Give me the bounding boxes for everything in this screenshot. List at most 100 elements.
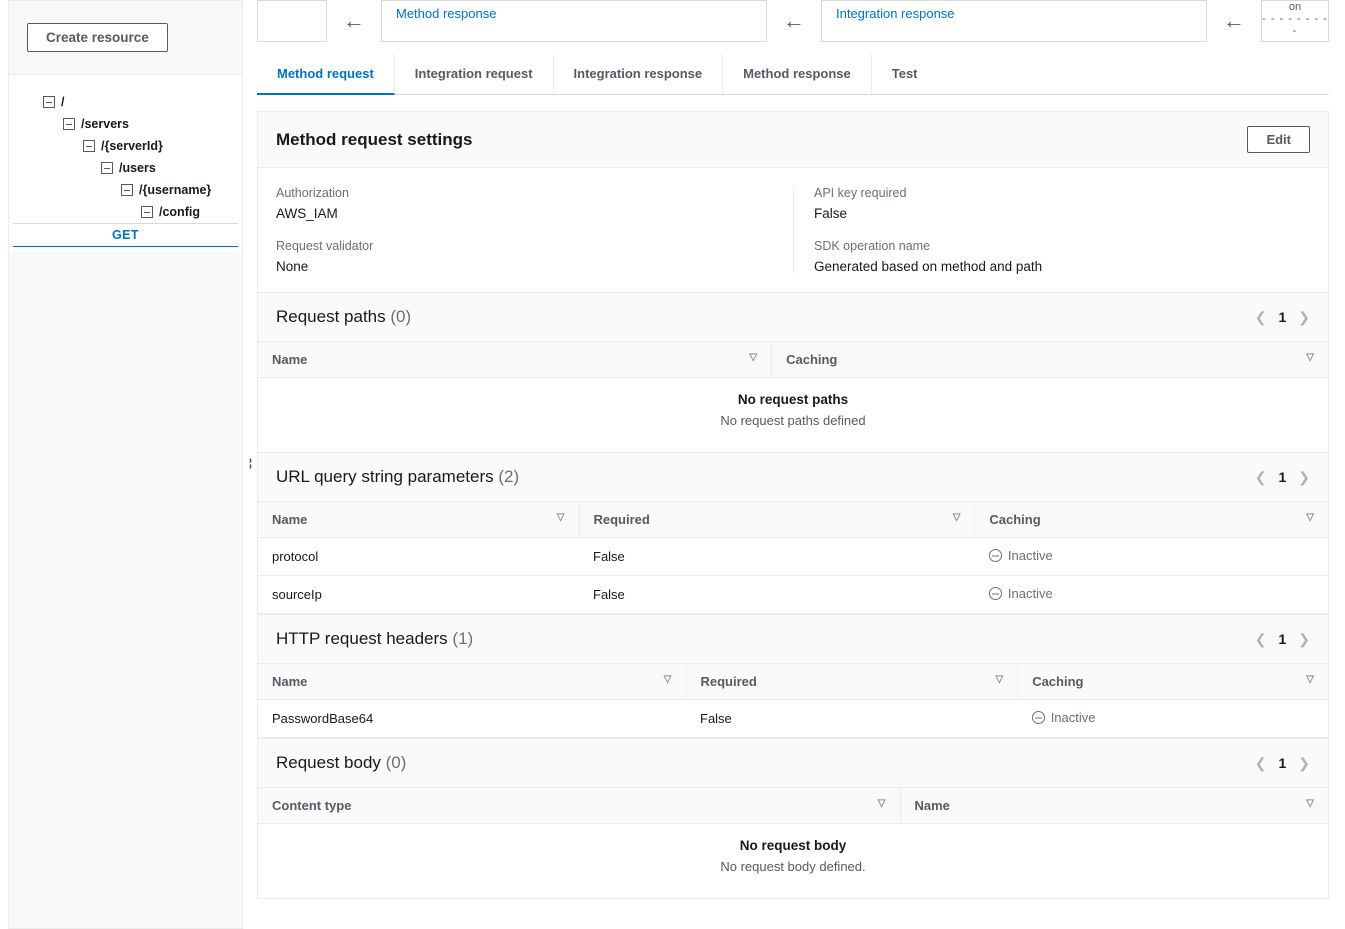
url-query-table: Name▽ Required▽ Caching▽ protocol False … <box>258 501 1328 614</box>
table-row[interactable]: protocol False Inactive <box>258 538 1328 576</box>
splitter[interactable]: ╏ <box>243 0 257 929</box>
col-name[interactable]: Name▽ <box>258 502 579 538</box>
flow-dash: - - - - - - - - - <box>1262 13 1328 37</box>
request-body-section: Request body (0) ❮ 1 ❯ <box>258 738 1328 787</box>
request-paths-empty-sub: No request paths defined <box>258 413 1328 452</box>
tab-integration-response[interactable]: Integration response <box>554 54 724 94</box>
request-validator-label: Request validator <box>276 239 773 253</box>
collapse-icon[interactable] <box>141 206 153 218</box>
pager-prev-icon[interactable]: ❮ <box>1255 309 1267 326</box>
method-flow: ← Method response ← Integration response… <box>257 0 1329 42</box>
inactive-icon <box>989 549 1002 562</box>
tab-integration-request[interactable]: Integration request <box>395 54 554 94</box>
pager-next-icon[interactable]: ❯ <box>1298 755 1310 772</box>
http-headers-table: Name▽ Required▽ Caching▽ PasswordBase64 … <box>258 663 1328 738</box>
inactive-icon <box>989 587 1002 600</box>
status-badge: Inactive <box>1032 710 1096 725</box>
tree-node[interactable]: /users <box>13 157 238 179</box>
tab-method-response[interactable]: Method response <box>723 54 872 94</box>
pager-page-number: 1 <box>1278 631 1286 647</box>
edit-settings-button[interactable]: Edit <box>1247 126 1310 153</box>
request-paths-section: Request paths (0) ❮ 1 ❯ <box>258 292 1328 341</box>
method-tabs: Method request Integration request Integ… <box>257 54 1329 95</box>
col-caching[interactable]: Caching▽ <box>975 502 1328 538</box>
flow-client-box <box>257 0 327 42</box>
col-caching[interactable]: Caching▽ <box>772 342 1328 378</box>
pager-prev-icon[interactable]: ❮ <box>1255 631 1267 648</box>
arrow-left-icon: ← <box>1223 8 1245 34</box>
pager-next-icon[interactable]: ❯ <box>1298 309 1310 326</box>
collapse-icon[interactable] <box>63 118 75 130</box>
sort-icon: ▽ <box>878 798 886 809</box>
collapse-icon[interactable] <box>121 184 133 196</box>
authorization-label: Authorization <box>276 186 773 200</box>
splitter-handle-icon: ╏ <box>247 459 252 470</box>
col-name[interactable]: Name▽ <box>258 342 772 378</box>
flow-method-response[interactable]: Method response <box>381 0 767 42</box>
tab-method-request[interactable]: Method request <box>257 54 395 95</box>
tree-node[interactable]: /servers <box>13 113 238 135</box>
resource-tree: / /servers /{serverId} /users /{username… <box>9 75 242 251</box>
collapse-icon[interactable] <box>43 96 55 108</box>
http-headers-pager: ❮ 1 ❯ <box>1255 631 1310 648</box>
col-name[interactable]: Name▽ <box>900 788 1328 824</box>
resources-sidebar: Create resource / /servers /{serverId} /… <box>8 0 243 929</box>
url-query-section: URL query string parameters (2) ❮ 1 ❯ <box>258 452 1328 501</box>
http-headers-section: HTTP request headers (1) ❮ 1 ❯ <box>258 614 1328 663</box>
status-badge: Inactive <box>989 586 1053 601</box>
col-required[interactable]: Required▽ <box>579 502 975 538</box>
sort-icon: ▽ <box>995 674 1003 685</box>
col-required[interactable]: Required▽ <box>686 664 1018 700</box>
api-key-required-label: API key required <box>814 186 1290 200</box>
status-badge: Inactive <box>989 548 1053 563</box>
flow-on-label: on <box>1262 1 1328 13</box>
pager-page-number: 1 <box>1278 755 1286 771</box>
authorization-value: AWS_IAM <box>276 206 773 221</box>
tree-node[interactable]: /{username} <box>13 179 238 201</box>
pager-next-icon[interactable]: ❯ <box>1298 469 1310 486</box>
inactive-icon <box>1032 711 1045 724</box>
pager-prev-icon[interactable]: ❮ <box>1255 469 1267 486</box>
url-query-pager: ❮ 1 ❯ <box>1255 469 1310 486</box>
sort-icon: ▽ <box>1306 674 1314 685</box>
arrow-left-icon: ← <box>783 8 805 34</box>
main-content: ← Method response ← Integration response… <box>257 0 1345 929</box>
flow-integration-response[interactable]: Integration response <box>821 0 1207 42</box>
request-body-table: Content type▽ Name▽ <box>258 787 1328 824</box>
create-resource-button[interactable]: Create resource <box>27 23 168 52</box>
table-row[interactable]: sourceIp False Inactive <box>258 576 1328 614</box>
sort-icon: ▽ <box>557 512 565 523</box>
request-body-pager: ❮ 1 ❯ <box>1255 755 1310 772</box>
sort-icon: ▽ <box>1306 352 1314 363</box>
sort-icon: ▽ <box>953 512 961 523</box>
request-body-empty-title: No request body <box>258 824 1328 859</box>
request-validator-value: None <box>276 259 773 274</box>
pager-page-number: 1 <box>1278 469 1286 485</box>
method-request-panel: Method request settings Edit Authorizati… <box>257 111 1329 899</box>
sort-icon: ▽ <box>664 674 672 685</box>
pager-prev-icon[interactable]: ❮ <box>1255 755 1267 772</box>
col-caching[interactable]: Caching▽ <box>1018 664 1328 700</box>
arrow-left-icon: ← <box>343 8 365 34</box>
flow-endpoint-box: on - - - - - - - - - <box>1261 0 1329 42</box>
table-row[interactable]: PasswordBase64 False Inactive <box>258 700 1328 738</box>
api-key-required-value: False <box>814 206 1290 221</box>
request-body-empty-sub: No request body defined. <box>258 859 1328 898</box>
request-paths-table: Name▽ Caching▽ <box>258 341 1328 378</box>
sort-icon: ▽ <box>1306 512 1314 523</box>
tab-test[interactable]: Test <box>872 54 938 94</box>
tree-node[interactable]: /config <box>13 201 238 223</box>
col-name[interactable]: Name▽ <box>258 664 686 700</box>
collapse-icon[interactable] <box>101 162 113 174</box>
collapse-icon[interactable] <box>83 140 95 152</box>
panel-title: Method request settings <box>276 130 472 150</box>
tree-method-get[interactable]: GET <box>13 223 238 247</box>
sort-icon: ▽ <box>1306 798 1314 809</box>
col-content-type[interactable]: Content type▽ <box>258 788 900 824</box>
tree-node[interactable]: /{serverId} <box>13 135 238 157</box>
pager-next-icon[interactable]: ❯ <box>1298 631 1310 648</box>
tree-node[interactable]: / <box>13 91 238 113</box>
sdk-operation-name-value: Generated based on method and path <box>814 259 1290 274</box>
request-paths-pager: ❮ 1 ❯ <box>1255 309 1310 326</box>
sdk-operation-name-label: SDK operation name <box>814 239 1290 253</box>
